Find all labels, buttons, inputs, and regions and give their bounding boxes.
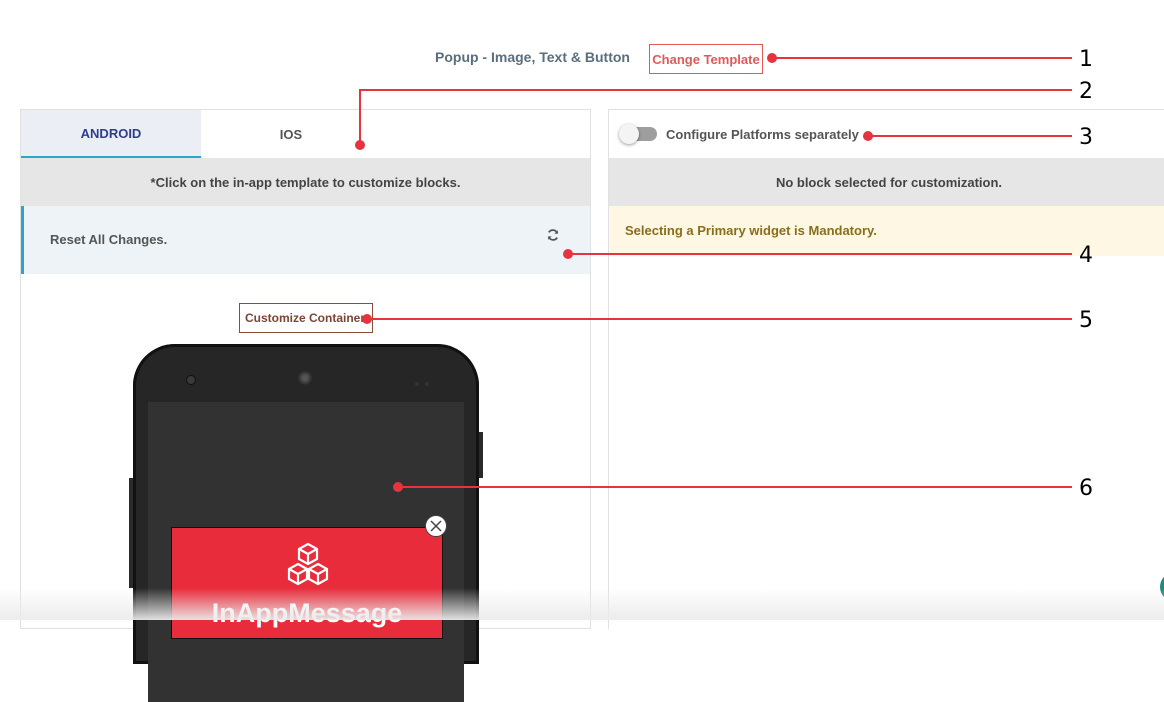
callout-dot <box>563 249 573 259</box>
callout-dot <box>362 314 372 324</box>
callout-number: 2 <box>1079 79 1093 104</box>
callout-number: 3 <box>1079 125 1093 150</box>
callout-number: 5 <box>1079 308 1093 333</box>
callout-dot <box>355 140 365 150</box>
callout-number: 4 <box>1079 243 1093 268</box>
callout-number: 6 <box>1079 476 1093 501</box>
callout-dot <box>863 131 873 141</box>
callout-overlay: 1 2 3 4 5 6 <box>355 47 1093 501</box>
callout-number: 1 <box>1079 47 1093 72</box>
callout-dot <box>767 53 777 63</box>
callout-dot <box>393 482 403 492</box>
